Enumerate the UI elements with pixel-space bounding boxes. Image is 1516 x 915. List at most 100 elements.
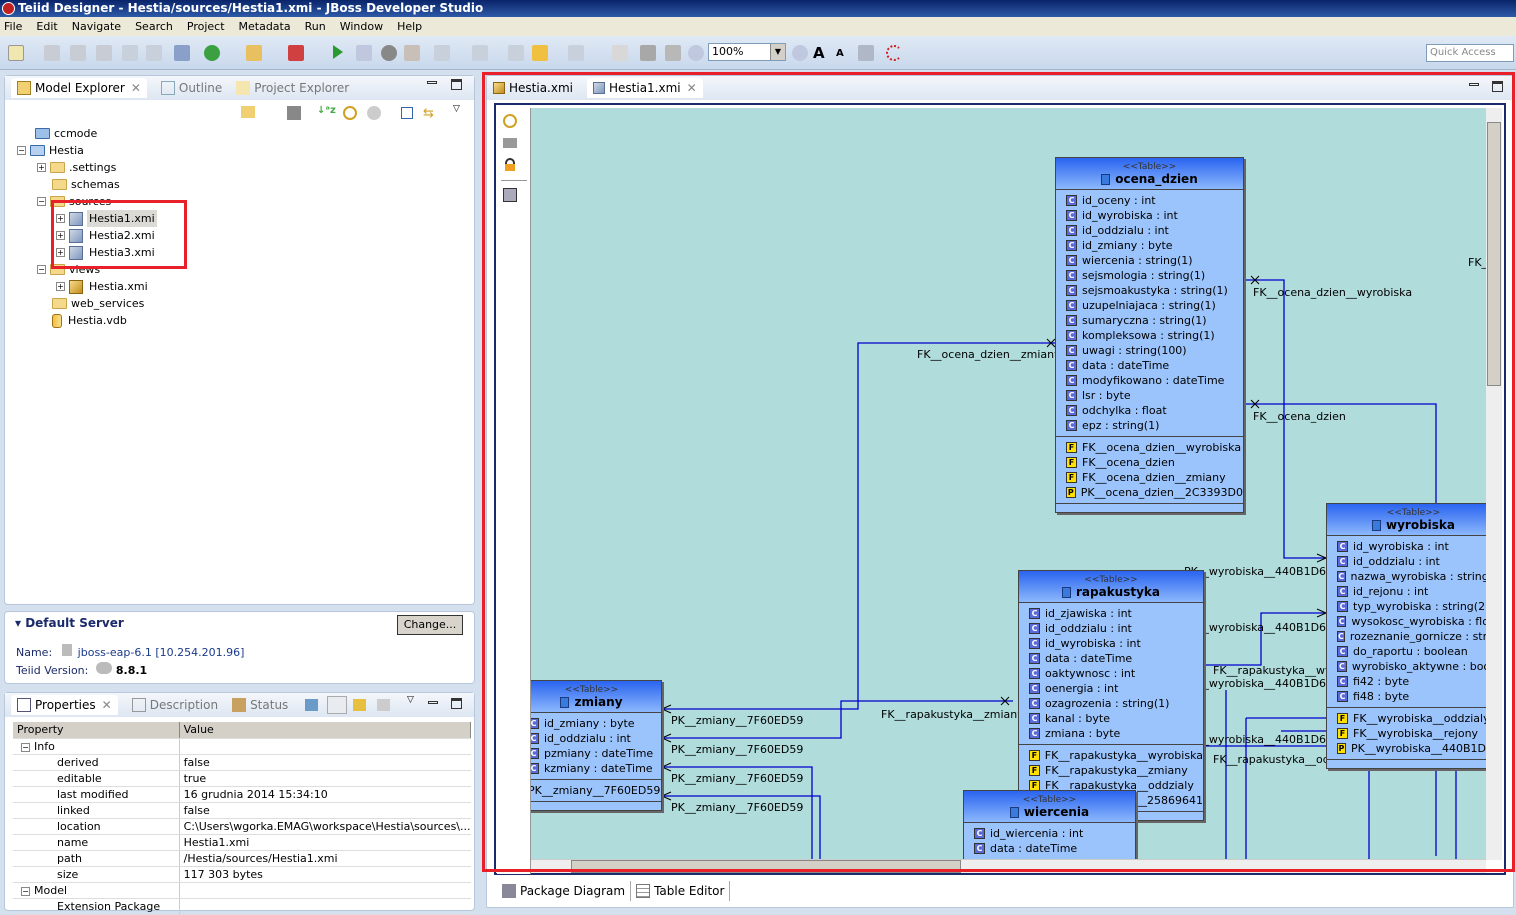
maximize-icon[interactable] [451, 79, 462, 90]
column-row[interactable]: Cid_zjawiska : int [1029, 606, 1203, 621]
expand-icon[interactable]: + [37, 163, 46, 172]
column-row[interactable]: Cdata : dateTime [1066, 358, 1243, 373]
save-all-icon[interactable] [70, 45, 86, 61]
menu-file[interactable]: File [4, 20, 22, 33]
key-row[interactable]: F FK__ocena_dzien__zmiany [1066, 470, 1243, 485]
tab-model-explorer[interactable]: Model Explorer ✕ [11, 78, 147, 98]
menu-help[interactable]: Help [397, 20, 422, 33]
table-row[interactable]: Extension Package [13, 898, 471, 915]
relationship-label[interactable]: FK__ [1468, 256, 1486, 269]
table-row[interactable]: location C:\Users\wgorka.EMAG\workspace\H… [13, 818, 471, 835]
zoom-in-icon[interactable] [688, 45, 704, 61]
column-row[interactable]: Coenergia : int [1029, 681, 1203, 696]
relationship-label[interactable]: FK__rapakustyka__zmiany [881, 708, 1024, 721]
column-row[interactable]: Csejsmoakustyka : string(1) [1066, 283, 1243, 298]
run-icon[interactable] [333, 45, 343, 59]
tree-item-vdb[interactable]: Hestia.vdb [52, 312, 127, 329]
minimize-icon[interactable] [1469, 83, 1479, 86]
column-header-property[interactable]: Property [13, 722, 180, 739]
tab-package-diagram[interactable]: Package Diagram [497, 881, 632, 901]
column-row[interactable]: Ctyp_wyrobiska : string(2) [1337, 599, 1486, 614]
collapse-icon[interactable]: − [37, 265, 46, 274]
relationship-label[interactable]: PK__zmiany__7F60ED59 [671, 743, 803, 756]
trash-icon[interactable] [665, 45, 681, 61]
column-header-value[interactable]: Value [179, 722, 472, 739]
relationship-label[interactable]: PK__wyrobiska__440B1D61 [1184, 565, 1333, 578]
menu-run[interactable]: Run [305, 20, 326, 33]
column-row[interactable]: Cid_wyrobiska : int [1066, 208, 1243, 223]
column-row[interactable]: Cid_oddzialu : int [1337, 554, 1486, 569]
column-row[interactable]: Cfi48 : byte [1337, 689, 1486, 704]
server-icon[interactable] [288, 45, 304, 61]
close-icon[interactable]: ✕ [131, 81, 141, 95]
tree-item-schemas[interactable]: schemas [52, 176, 120, 193]
undo-icon[interactable] [122, 45, 138, 61]
column-row[interactable]: Cid_zmiany : byte [1066, 238, 1243, 253]
table-row[interactable]: name Hestia1.xmi [13, 834, 471, 851]
pin-icon[interactable] [612, 45, 628, 61]
tree-item-ccmode[interactable]: ccmode [35, 125, 97, 142]
expand-icon[interactable]: + [56, 231, 65, 240]
column-row[interactable]: Cnazwa_wyrobiska : string(3 [1337, 569, 1486, 584]
next-annotation-icon[interactable] [434, 45, 450, 61]
run-config-icon[interactable] [204, 45, 220, 61]
tab-hestia-xmi[interactable]: Hestia.xmi [493, 81, 573, 95]
tree-item-hestia1[interactable]: + Hestia1.xmi [56, 210, 157, 227]
refresh-diagram-icon[interactable] [503, 114, 517, 128]
home-icon[interactable] [367, 106, 381, 120]
scrollbar-thumb[interactable] [571, 860, 961, 873]
minimize-icon[interactable] [427, 81, 437, 84]
vertical-scrollbar[interactable] [1486, 108, 1502, 860]
tree-item-hestia3[interactable]: + Hestia3.xmi [56, 244, 157, 261]
chevron-down-icon[interactable]: ▼ [770, 44, 785, 60]
column-row[interactable]: Cid_oddzialu : int [1029, 621, 1203, 636]
key-row[interactable]: F FK__ocena_dzien__wyrobiska [1066, 440, 1243, 455]
new-model-icon[interactable] [241, 106, 255, 120]
column-row[interactable]: Coaktywnosc : int [1029, 666, 1203, 681]
column-row[interactable]: Clsr : byte [1066, 388, 1243, 403]
menu-metadata[interactable]: Metadata [239, 20, 291, 33]
column-row[interactable]: Cozagrozenia : string(1) [1029, 696, 1203, 711]
layout-icon[interactable] [858, 45, 874, 61]
column-row[interactable]: Cwysokosc_wyrobiska : float [1337, 614, 1486, 629]
table-row[interactable]: path/Hestia/sources/Hestia1.xmi [13, 850, 471, 867]
horizontal-scrollbar[interactable] [531, 859, 1486, 873]
save-icon[interactable] [44, 45, 60, 61]
sync-icon[interactable] [343, 106, 357, 120]
column-row[interactable]: Cwiercenia : string(1) [1066, 253, 1243, 268]
tree-item-views[interactable]: − views [37, 261, 100, 278]
column-row[interactable]: Cid_oddzialu : int [531, 731, 661, 746]
column-row[interactable]: Czmiana : byte [1029, 726, 1203, 741]
menu-search[interactable]: Search [135, 20, 173, 33]
new-icon[interactable] [8, 45, 24, 61]
collapse-icon[interactable]: − [37, 197, 46, 206]
font-decrease-icon[interactable]: A [836, 45, 852, 61]
folder-up-icon[interactable] [503, 138, 517, 148]
key-row[interactable]: F FK__rapakustyka__wyrobiska [1029, 748, 1203, 763]
relationship-label[interactable]: FK__ocena_dzien [1253, 410, 1346, 423]
maximize-icon[interactable] [451, 698, 462, 709]
last-edit-icon[interactable] [508, 45, 524, 61]
column-row[interactable]: Cdata : dateTime [1029, 651, 1203, 666]
column-row[interactable]: Csumaryczna : string(1) [1066, 313, 1243, 328]
back-icon[interactable] [532, 45, 548, 61]
model-project-icon[interactable] [174, 45, 190, 61]
tree-item-hestia[interactable]: − Hestia [17, 142, 84, 159]
relationship-label[interactable]: FK__ocena_dzien__wyrobiska [1253, 286, 1412, 299]
column-row[interactable]: Ckzmiany : dateTime [531, 761, 661, 776]
table-zmiany[interactable]: <<Table>> zmiany Cid_zmiany : byte Cid_odd… [531, 680, 662, 811]
tree-item-web-services[interactable]: web_services [52, 295, 144, 312]
relationship-label[interactable]: PK__wyrobiska__440B1D61 [1184, 733, 1333, 746]
view-menu-icon[interactable]: ▽ [453, 104, 460, 114]
zoom-out-icon[interactable] [792, 45, 808, 61]
column-row[interactable]: Ckanal : byte [1029, 711, 1203, 726]
column-row[interactable]: Ckompleksowa : string(1) [1066, 328, 1243, 343]
maximize-icon[interactable] [1492, 81, 1503, 92]
table-wiercenia[interactable]: <<Table>> wiercenia Cid_wiercenia : int Cd… [963, 790, 1136, 860]
table-row[interactable]: size 117 303 bytes [13, 866, 471, 883]
zoom-level-select[interactable]: 100% ▼ [708, 43, 786, 61]
quick-access-input[interactable]: Quick Access [1426, 44, 1514, 62]
table-row[interactable]: editable true [13, 770, 471, 787]
print-icon[interactable] [96, 45, 112, 61]
font-increase-icon[interactable]: A [813, 45, 829, 61]
